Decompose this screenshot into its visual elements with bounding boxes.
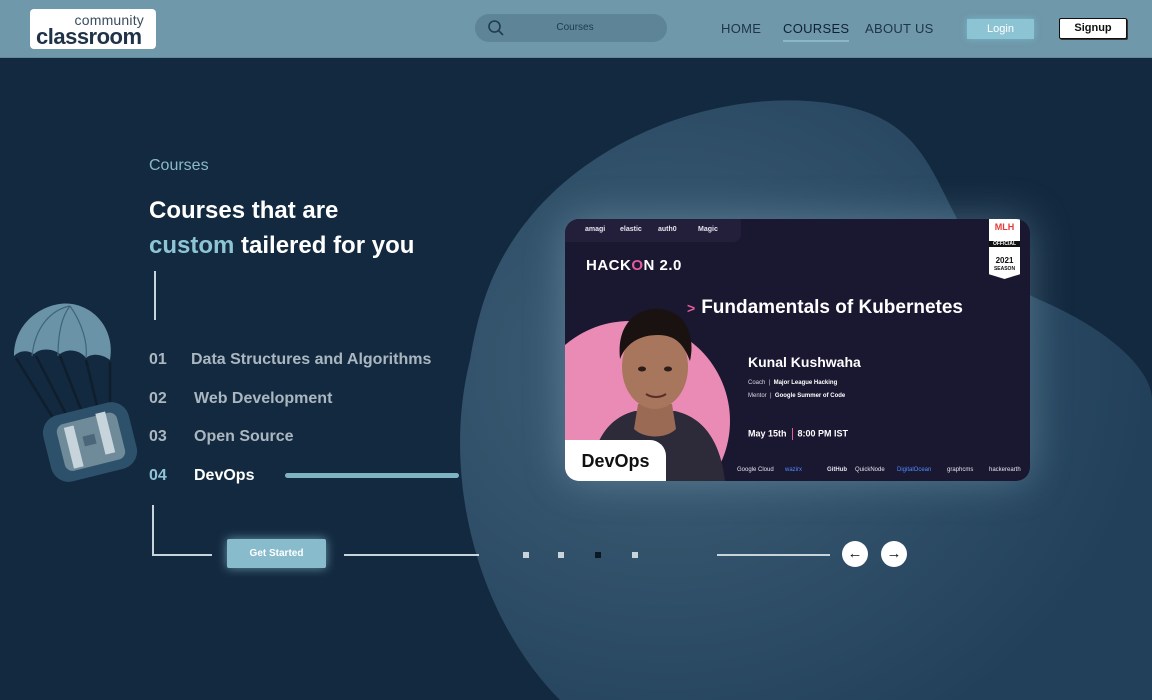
heading-line-2: custom tailered for you: [149, 228, 414, 263]
title-text: Fundamentals of Kubernetes: [701, 297, 964, 318]
sponsor-logo: wazirx: [785, 467, 803, 473]
parachute-illustration: [14, 303, 138, 482]
heading-accent-word: custom: [149, 232, 235, 259]
heading-line-2-rest: tailered for you: [234, 232, 415, 259]
nav-home[interactable]: HOME: [721, 21, 761, 36]
course-number: 03: [149, 428, 167, 445]
course-title: > Fundamentals of Kubernetes: [687, 297, 963, 319]
active-course-indicator: [285, 473, 459, 478]
course-name: Web Development: [194, 390, 333, 407]
decorative-line: [154, 271, 156, 320]
slider-dot-2[interactable]: [558, 552, 564, 558]
search-input[interactable]: Courses: [475, 22, 675, 33]
speaker-name: Kunal Kushwaha: [748, 354, 861, 370]
heading-line-1: Courses that are: [149, 197, 339, 224]
nav-courses[interactable]: COURSES: [783, 21, 850, 42]
sponsor-logo: Google Cloud: [737, 467, 774, 473]
get-started-button[interactable]: Get Started: [227, 539, 326, 568]
sponsor-strip-bottom: Google Cloud wazirx GitHub QuickNode Dig…: [735, 464, 1030, 478]
event-datetime: May 15th 8:00 PM IST: [748, 428, 848, 440]
course-name: Data Structures and Algorithms: [191, 351, 432, 368]
event-name: HACKON 2.0: [586, 257, 682, 274]
sponsor-logo: Magic: [698, 226, 718, 233]
decorative-line: [344, 554, 479, 556]
next-arrow-button[interactable]: →: [881, 541, 907, 567]
sponsor-logo: amagi: [585, 226, 606, 233]
top-navbar: community classroom Courses HOME COURSES…: [0, 0, 1152, 58]
course-number: 04: [149, 467, 167, 484]
sponsor-logo: hackerearth: [989, 467, 1021, 473]
course-name: Open Source: [194, 428, 294, 445]
hero-heading: Courses that are custom tailered for you: [149, 193, 414, 263]
prev-arrow-button[interactable]: ←: [842, 541, 868, 567]
badge-label: OFFICIAL: [989, 241, 1020, 247]
slider-dot-3[interactable]: [595, 552, 601, 558]
sponsor-strip-top: amagi elastic auth0 Magic: [565, 219, 741, 242]
section-eyebrow: Courses: [149, 157, 209, 174]
badge-org: MLH: [994, 222, 1015, 232]
event-date: May 15th: [748, 428, 787, 439]
speaker-role-2: Mentor | Google Summer of Code: [748, 393, 846, 399]
login-button[interactable]: Login: [967, 19, 1034, 39]
mlh-official-badge: MLH OFFICIAL 2021 SEASON: [989, 219, 1020, 279]
course-tag: DevOps: [565, 440, 666, 481]
badge-year: 2021: [995, 256, 1014, 265]
course-name: DevOps: [194, 467, 255, 484]
slider-dot-4[interactable]: [632, 552, 638, 558]
search-bar[interactable]: Courses: [475, 14, 667, 42]
sponsor-logo: auth0: [658, 226, 677, 233]
speaker-role-1: Coach | Major League Hacking: [748, 380, 838, 386]
sponsor-logo: elastic: [620, 226, 642, 233]
logo[interactable]: community classroom: [30, 9, 156, 49]
course-number: 02: [149, 390, 167, 407]
course-banner-card[interactable]: DevOps amagi elastic auth0 Magic MLH OFF…: [565, 219, 1030, 481]
badge-season: SEASON: [993, 266, 1016, 272]
decorative-line: [152, 554, 212, 556]
decorative-line: [717, 554, 830, 556]
sponsor-logo: graphcms: [947, 467, 974, 473]
signup-button[interactable]: Signup: [1059, 18, 1127, 39]
slider-dot-1[interactable]: [523, 552, 529, 558]
sponsor-logo: QuickNode: [855, 467, 885, 473]
course-number: 01: [149, 351, 167, 368]
sponsor-logo: GitHub: [827, 467, 847, 473]
decorative-line: [152, 505, 154, 556]
sponsor-logo: DigitalOcean: [897, 467, 932, 473]
nav-about-us[interactable]: ABOUT US: [865, 21, 934, 36]
title-marker: >: [687, 300, 696, 316]
event-time: 8:00 PM IST: [797, 428, 849, 439]
logo-classroom-text: classroom: [36, 24, 142, 49]
